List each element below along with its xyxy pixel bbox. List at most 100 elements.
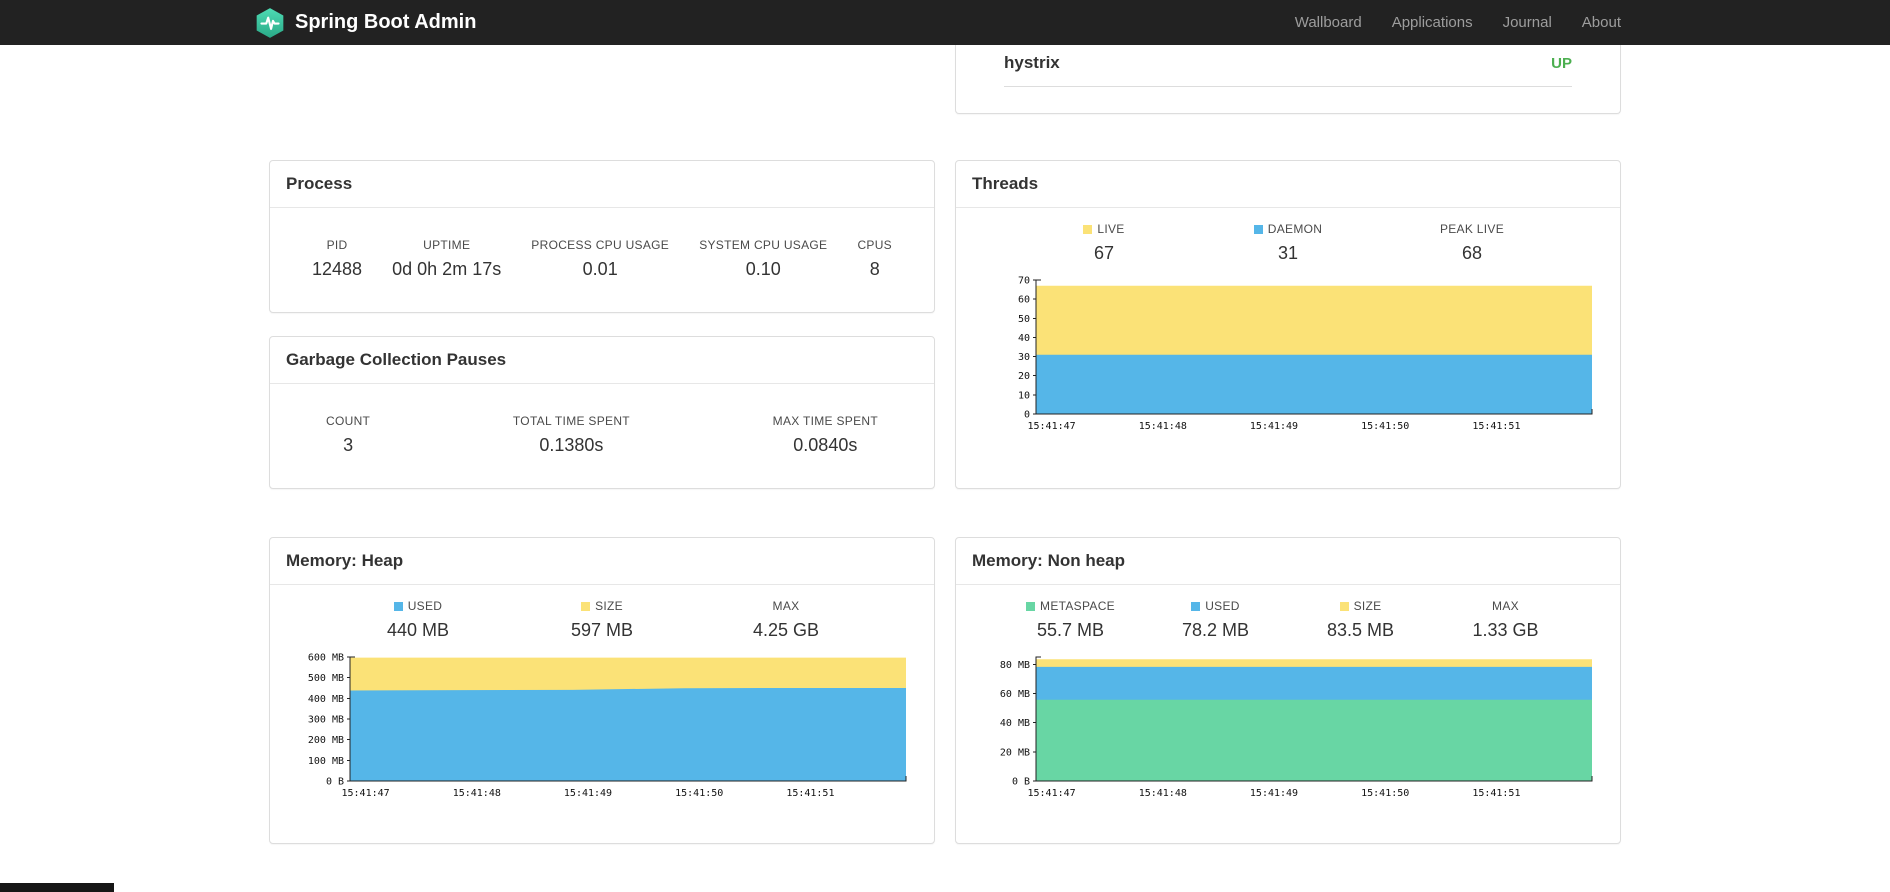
svg-text:30: 30 — [1018, 352, 1030, 363]
svg-text:300 MB: 300 MB — [308, 715, 344, 726]
memory-heap-panel-title: Memory: Heap — [270, 538, 934, 585]
metric-gc-max-time: MAX TIME SPENT 0.0840s — [772, 414, 878, 455]
health-panel: hystrix UP — [955, 45, 1621, 114]
metric-heap-used: USED 440 MB — [386, 599, 450, 640]
memory-nonheap-chart: 0 B 20 MB 40 MB 60 MB 80 MB 15:41:47 15:41:48 1… — [1000, 656, 1593, 799]
svg-text:10: 10 — [1018, 390, 1030, 401]
metric-nonheap-used: USED 78.2 MB — [1181, 599, 1250, 640]
gc-panel-title: Garbage Collection Pauses — [270, 337, 934, 384]
svg-text:500 MB: 500 MB — [308, 673, 344, 684]
status-badge: UP — [1551, 54, 1572, 72]
metric-heap-size: SIZE 597 MB — [570, 599, 634, 640]
bottom-left-dark-fragment — [0, 883, 114, 892]
memory-nonheap-panel: Memory: Non heap METASPACE 55.7 MB USED — [955, 537, 1621, 844]
process-metrics: PID 12488 UPTIME 0d 0h 2m 17s PROCESS CP… — [270, 208, 934, 312]
svg-text:15:41:47: 15:41:47 — [1028, 788, 1076, 799]
metric-gc-total-time: TOTAL TIME SPENT 0.1380s — [512, 414, 630, 455]
metric-threads-peak-live: PEAK LIVE 68 — [1439, 222, 1505, 263]
svg-text:0: 0 — [1024, 410, 1030, 421]
svg-text:15:41:47: 15:41:47 — [342, 788, 390, 799]
brand-title: Spring Boot Admin — [295, 11, 477, 33]
metric-process-cpu-usage: PROCESS CPU USAGE 0.01 — [531, 238, 670, 279]
heap-used-legend-swatch — [393, 601, 403, 611]
navbar-inner: Spring Boot Admin Wallboard Applications… — [256, 0, 1621, 45]
top-row-spacer — [269, 45, 935, 114]
nav-item-about[interactable]: About — [1582, 14, 1621, 31]
svg-text:15:41:50: 15:41:50 — [675, 788, 723, 799]
svg-text:15:41:48: 15:41:48 — [1139, 788, 1187, 799]
svg-text:100 MB: 100 MB — [308, 756, 344, 767]
metric-nonheap-metaspace: METASPACE 55.7 MB — [998, 599, 1143, 641]
metric-nonheap-size: SIZE 83.5 MB — [1326, 599, 1395, 640]
svg-text:15:41:49: 15:41:49 — [1250, 421, 1298, 432]
left-column: Process PID 12488 UPTIME 0d 0h 2m 17s PR… — [269, 160, 935, 489]
svg-text:15:41:48: 15:41:48 — [1139, 421, 1187, 432]
svg-text:80 MB: 80 MB — [1000, 660, 1030, 671]
memory-heap-chart: 0 B 100 MB 200 MB 300 MB 400 MB 500 MB 600 MB 1… — [308, 653, 907, 799]
svg-text:0 B: 0 B — [326, 777, 344, 788]
metric-threads-daemon: DAEMON 31 — [1196, 222, 1380, 264]
svg-text:15:41:51: 15:41:51 — [786, 788, 834, 799]
metric-gc-count: COUNT 3 — [326, 414, 371, 455]
gc-panel: Garbage Collection Pauses COUNT 3 TOTAL … — [269, 336, 935, 489]
process-panel: Process PID 12488 UPTIME 0d 0h 2m 17s PR… — [269, 160, 935, 313]
threads-panel: Threads LIVE 67 DAEMON 31 PEAK LIVE 68 0… — [955, 160, 1621, 489]
svg-text:40: 40 — [1018, 333, 1030, 344]
metaspace-legend-swatch — [1026, 601, 1036, 611]
svg-text:15:41:50: 15:41:50 — [1361, 421, 1409, 432]
svg-text:15:41:50: 15:41:50 — [1361, 788, 1409, 799]
metric-nonheap-max: MAX 1.33 GB — [1472, 599, 1539, 640]
middle-row: Process PID 12488 UPTIME 0d 0h 2m 17s PR… — [269, 160, 1621, 489]
metric-heap-max: MAX 4.25 GB — [752, 599, 820, 640]
svg-text:40 MB: 40 MB — [1000, 718, 1030, 729]
bottom-row: Memory: Heap USED 440 MB SIZE 597 MB MAX… — [269, 537, 1621, 844]
metric-system-cpu-usage: SYSTEM CPU USAGE 0.10 — [699, 238, 828, 279]
health-service-name: hystrix — [1004, 53, 1060, 72]
metric-uptime: UPTIME 0d 0h 2m 17s — [392, 238, 502, 279]
brand-link[interactable]: Spring Boot Admin — [255, 7, 476, 39]
metric-cpus: CPUS 8 — [857, 238, 892, 279]
navbar: Spring Boot Admin Wallboard Applications… — [0, 0, 1890, 45]
heap-metrics: USED 440 MB SIZE 597 MB MAX 4.25 GB — [286, 599, 918, 641]
spring-boot-admin-logo-icon — [255, 7, 285, 39]
nav-links: Wallboard Applications Journal About — [1295, 14, 1621, 31]
gc-metrics: COUNT 3 TOTAL TIME SPENT 0.1380s MAX TIM… — [270, 384, 934, 488]
memory-heap-body: USED 440 MB SIZE 597 MB MAX 4.25 GB 0 B … — [270, 585, 934, 843]
svg-text:15:41:51: 15:41:51 — [1472, 421, 1520, 432]
svg-text:20: 20 — [1018, 371, 1030, 382]
metric-pid: PID 12488 — [312, 238, 363, 279]
svg-text:400 MB: 400 MB — [308, 694, 344, 705]
memory-nonheap-panel-title: Memory: Non heap — [956, 538, 1620, 585]
nav-item-journal[interactable]: Journal — [1503, 14, 1552, 31]
main-content: hystrix UP Process PID 12488 UPTIME 0d 0… — [269, 45, 1621, 844]
nav-item-wallboard[interactable]: Wallboard — [1295, 14, 1362, 31]
top-row: hystrix UP — [269, 45, 1621, 114]
svg-text:15:41:49: 15:41:49 — [564, 788, 612, 799]
svg-text:200 MB: 200 MB — [308, 735, 344, 746]
threads-chart: 0 10 20 30 40 50 60 70 15:41:47 15:41:48 15:41:49 1… — [1018, 276, 1593, 432]
svg-text:60 MB: 60 MB — [1000, 689, 1030, 700]
nav-item-applications[interactable]: Applications — [1392, 14, 1473, 31]
daemon-legend-swatch — [1253, 224, 1263, 234]
svg-text:15:41:48: 15:41:48 — [453, 788, 501, 799]
nonheap-used-legend-swatch — [1191, 601, 1201, 611]
nonheap-metrics: METASPACE 55.7 MB USED 78.2 MB SIZE 83.5… — [972, 599, 1604, 641]
svg-text:60: 60 — [1018, 295, 1030, 306]
metric-threads-live: LIVE 67 — [1012, 222, 1196, 264]
memory-heap-panel: Memory: Heap USED 440 MB SIZE 597 MB MAX… — [269, 537, 935, 844]
svg-text:20 MB: 20 MB — [1000, 747, 1030, 758]
svg-text:70: 70 — [1018, 276, 1030, 287]
health-row-hystrix: hystrix UP — [1004, 45, 1572, 87]
svg-text:0 B: 0 B — [1012, 777, 1030, 788]
svg-text:15:41:49: 15:41:49 — [1250, 788, 1298, 799]
svg-text:50: 50 — [1018, 314, 1030, 325]
heap-size-legend-swatch — [581, 601, 591, 611]
svg-text:15:41:51: 15:41:51 — [1472, 788, 1520, 799]
nonheap-size-legend-swatch — [1339, 601, 1349, 611]
threads-panel-title: Threads — [956, 161, 1620, 208]
threads-metrics: LIVE 67 DAEMON 31 PEAK LIVE 68 — [972, 222, 1604, 264]
svg-text:15:41:47: 15:41:47 — [1028, 421, 1076, 432]
memory-nonheap-body: METASPACE 55.7 MB USED 78.2 MB SIZE 83.5… — [956, 585, 1620, 843]
live-legend-swatch — [1083, 224, 1093, 234]
threads-body: LIVE 67 DAEMON 31 PEAK LIVE 68 0 10 20 3… — [956, 208, 1620, 450]
